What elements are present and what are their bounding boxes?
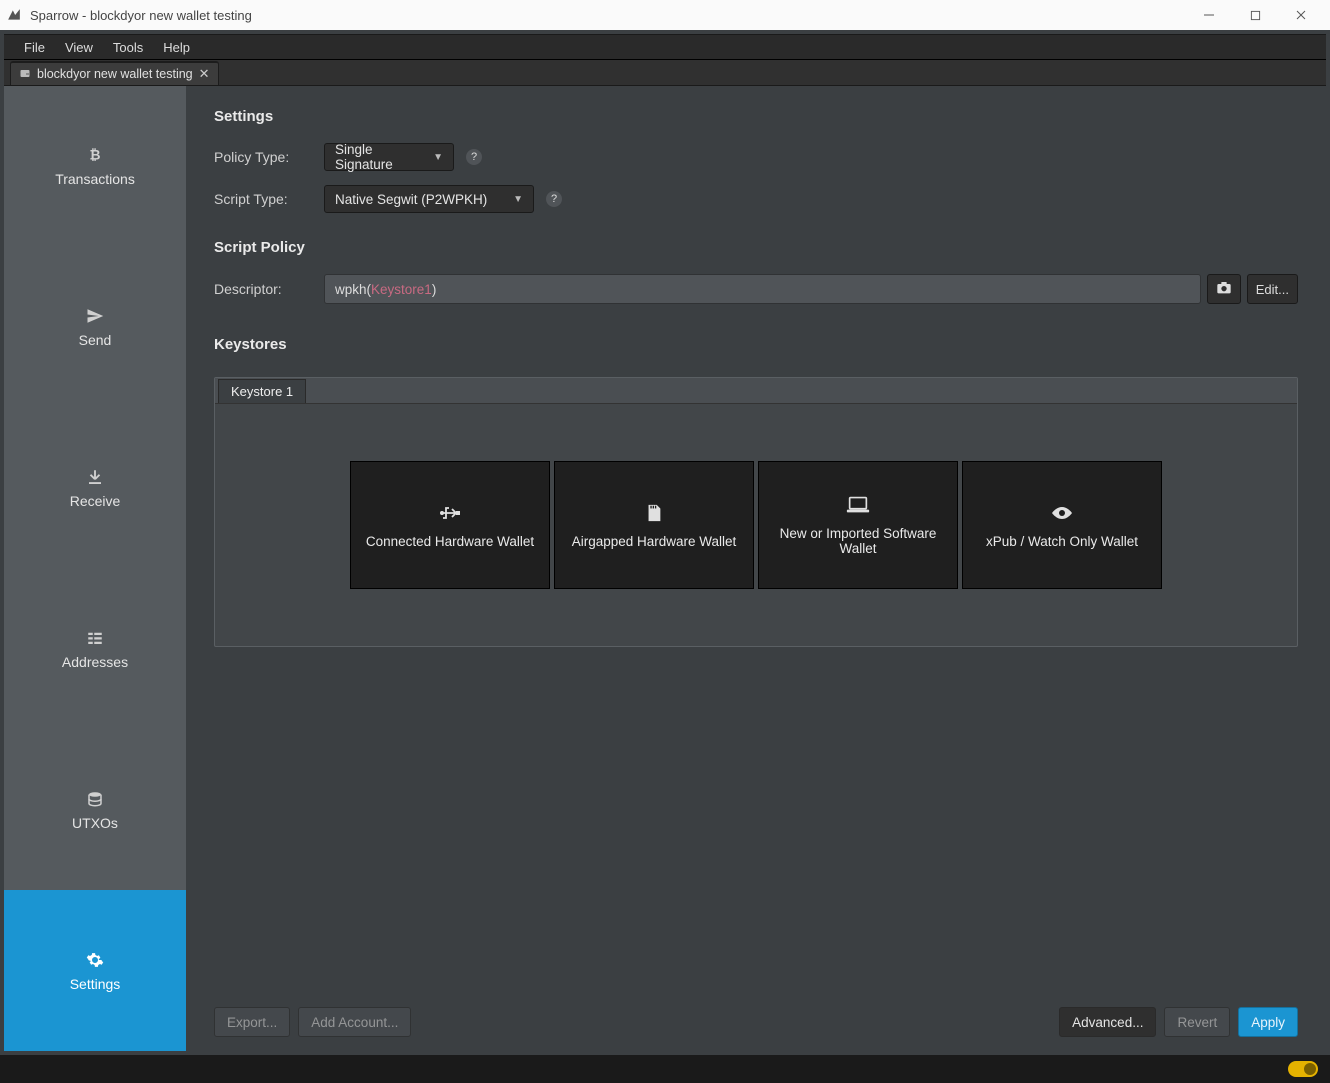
usb-icon bbox=[438, 502, 462, 524]
utxos-icon bbox=[83, 789, 107, 809]
sidebar: ₿ Transactions Send Receive Addresses bbox=[4, 86, 186, 1051]
addresses-icon bbox=[83, 628, 107, 648]
descriptor-field[interactable]: wpkh(Keystore1) bbox=[324, 274, 1201, 304]
sidebar-item-settings[interactable]: Settings bbox=[4, 890, 186, 1051]
revert-button[interactable]: Revert bbox=[1164, 1007, 1230, 1037]
gear-icon bbox=[83, 950, 107, 970]
bottom-actions: Export... Add Account... Advanced... Rev… bbox=[214, 997, 1298, 1037]
window-title: Sparrow - blockdyor new wallet testing bbox=[30, 8, 1186, 23]
descriptor-key: Keystore1 bbox=[371, 282, 432, 297]
bitcoin-icon: ₿ bbox=[83, 145, 107, 165]
sidebar-item-label: Send bbox=[79, 332, 112, 348]
add-account-button[interactable]: Add Account... bbox=[298, 1007, 411, 1037]
help-icon[interactable]: ? bbox=[466, 149, 482, 165]
menu-file[interactable]: File bbox=[14, 38, 55, 57]
policy-type-value: Single Signature bbox=[335, 142, 421, 172]
keystore-option-label: xPub / Watch Only Wallet bbox=[986, 534, 1138, 549]
tab-strip: blockdyor new wallet testing ✕ bbox=[4, 60, 1326, 86]
advanced-button[interactable]: Advanced... bbox=[1059, 1007, 1156, 1037]
sidebar-item-label: Transactions bbox=[55, 171, 135, 187]
sidebar-item-label: Receive bbox=[70, 493, 121, 509]
chevron-down-icon: ▼ bbox=[433, 152, 443, 163]
sidebar-item-label: Addresses bbox=[62, 654, 128, 670]
settings-title: Settings bbox=[214, 108, 1298, 125]
software-wallet-button[interactable]: New or Imported Software Wallet bbox=[758, 461, 958, 589]
svg-text:₿: ₿ bbox=[89, 148, 100, 163]
descriptor-prefix: wpkh( bbox=[335, 282, 371, 297]
connected-hardware-wallet-button[interactable]: Connected Hardware Wallet bbox=[350, 461, 550, 589]
sidebar-item-transactions[interactable]: ₿ Transactions bbox=[4, 86, 186, 247]
status-bar bbox=[0, 1055, 1330, 1083]
keystores-title: Keystores bbox=[214, 336, 1298, 353]
menu-tools[interactable]: Tools bbox=[103, 38, 153, 57]
sidebar-item-utxos[interactable]: UTXOs bbox=[4, 729, 186, 890]
watch-only-wallet-button[interactable]: xPub / Watch Only Wallet bbox=[962, 461, 1162, 589]
wallet-tab-label: blockdyor new wallet testing bbox=[37, 67, 193, 81]
receive-icon bbox=[83, 467, 107, 487]
menu-help[interactable]: Help bbox=[153, 38, 200, 57]
scan-qr-button[interactable] bbox=[1207, 274, 1241, 304]
keystore-tab[interactable]: Keystore 1 bbox=[218, 379, 306, 403]
connection-toggle[interactable] bbox=[1288, 1061, 1318, 1077]
window-close-button[interactable] bbox=[1278, 0, 1324, 30]
keystore-option-label: Connected Hardware Wallet bbox=[366, 534, 534, 549]
wallet-tab[interactable]: blockdyor new wallet testing ✕ bbox=[10, 61, 219, 85]
chevron-down-icon: ▼ bbox=[513, 194, 523, 205]
policy-type-label: Policy Type: bbox=[214, 149, 324, 165]
sdcard-icon bbox=[645, 502, 663, 524]
app-icon bbox=[6, 7, 22, 23]
edit-button-label: Edit... bbox=[1256, 282, 1289, 297]
script-type-label: Script Type: bbox=[214, 191, 324, 207]
keystores-tabs: Keystore 1 bbox=[215, 378, 1297, 404]
window-controls bbox=[1186, 0, 1324, 30]
airgapped-hardware-wallet-button[interactable]: Airgapped Hardware Wallet bbox=[554, 461, 754, 589]
eye-icon bbox=[1050, 502, 1074, 524]
send-icon bbox=[83, 306, 107, 326]
apply-button[interactable]: Apply bbox=[1238, 1007, 1298, 1037]
menu-view[interactable]: View bbox=[55, 38, 103, 57]
policy-type-select[interactable]: Single Signature ▼ bbox=[324, 143, 454, 171]
edit-descriptor-button[interactable]: Edit... bbox=[1247, 274, 1298, 304]
wallet-tab-icon bbox=[19, 67, 31, 82]
window-titlebar: Sparrow - blockdyor new wallet testing bbox=[0, 0, 1330, 30]
window-maximize-button[interactable] bbox=[1232, 0, 1278, 30]
help-icon[interactable]: ? bbox=[546, 191, 562, 207]
keystores-panel: Keystore 1 Connected Hardware Wallet Air… bbox=[214, 377, 1298, 647]
sidebar-item-label: Settings bbox=[70, 976, 121, 992]
keystore-option-label: New or Imported Software Wallet bbox=[769, 526, 947, 556]
descriptor-label: Descriptor: bbox=[214, 281, 324, 297]
keystore-option-label: Airgapped Hardware Wallet bbox=[572, 534, 737, 549]
script-type-select[interactable]: Native Segwit (P2WPKH) ▼ bbox=[324, 185, 534, 213]
sidebar-item-receive[interactable]: Receive bbox=[4, 408, 186, 569]
content-pane: Settings Policy Type: Single Signature ▼… bbox=[186, 86, 1326, 1051]
menubar: File View Tools Help bbox=[4, 34, 1326, 60]
descriptor-suffix: ) bbox=[432, 282, 437, 297]
window-minimize-button[interactable] bbox=[1186, 0, 1232, 30]
sidebar-item-send[interactable]: Send bbox=[4, 247, 186, 408]
keystore-tab-label: Keystore 1 bbox=[231, 384, 293, 399]
export-button[interactable]: Export... bbox=[214, 1007, 290, 1037]
laptop-icon bbox=[845, 494, 871, 516]
script-policy-title: Script Policy bbox=[214, 239, 1298, 256]
script-type-value: Native Segwit (P2WPKH) bbox=[335, 192, 487, 207]
close-icon[interactable]: ✕ bbox=[199, 66, 210, 82]
sidebar-item-label: UTXOs bbox=[72, 815, 118, 831]
sidebar-item-addresses[interactable]: Addresses bbox=[4, 568, 186, 729]
camera-icon bbox=[1216, 281, 1232, 298]
